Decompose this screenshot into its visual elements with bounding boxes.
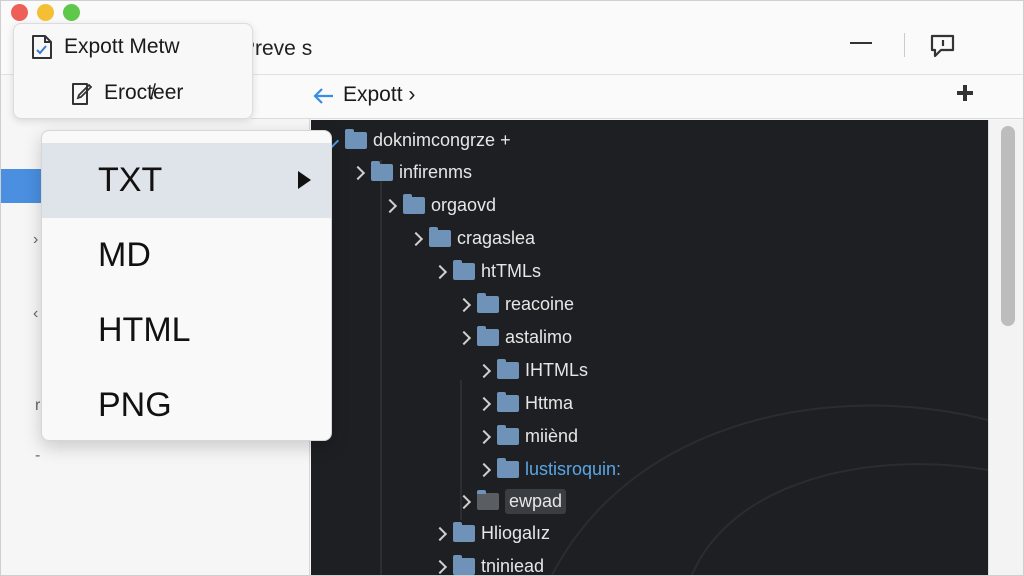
chevron-right-icon[interactable] bbox=[383, 199, 397, 213]
tree-row[interactable]: lustisroquin: bbox=[477, 458, 622, 480]
tree-row[interactable]: tniniead bbox=[433, 555, 545, 576]
tree-row-label: ewpad bbox=[505, 489, 567, 514]
format-option-label: MD bbox=[98, 236, 151, 274]
tree-row[interactable]: miiènd bbox=[477, 425, 579, 447]
document-check-icon bbox=[32, 35, 52, 59]
format-option-png[interactable]: PNG bbox=[42, 368, 331, 440]
tree-row[interactable]: ewpad bbox=[457, 489, 567, 514]
tree-row-label: Hliogalız bbox=[481, 523, 551, 543]
tree-row-label: orgaovd bbox=[431, 195, 497, 215]
tree-row-label: cragaslea bbox=[457, 228, 536, 248]
sidebar-dot-icon: ‹ bbox=[33, 305, 39, 322]
folder-icon bbox=[371, 161, 393, 181]
sidebar-mark-icon: r bbox=[35, 397, 41, 414]
folder-icon bbox=[497, 425, 519, 445]
minimize-icon[interactable] bbox=[850, 42, 872, 44]
tree-row[interactable]: htTMLs bbox=[433, 260, 542, 282]
tree-row[interactable]: Hliogalız bbox=[433, 522, 551, 544]
tree-guide-lines bbox=[380, 160, 988, 575]
sidebar-dash-icon: - bbox=[35, 447, 41, 464]
tree-row[interactable]: astalimo bbox=[457, 326, 573, 348]
chevron-right-icon[interactable] bbox=[477, 430, 491, 444]
folder-icon bbox=[403, 194, 425, 214]
tree-row-label: reacoine bbox=[505, 294, 575, 314]
folder-icon bbox=[497, 359, 519, 379]
maximize-window-button[interactable] bbox=[63, 4, 80, 21]
tree-row-label: doknimcongrze + bbox=[373, 130, 511, 150]
chevron-right-icon[interactable] bbox=[457, 298, 471, 312]
scrollbar[interactable] bbox=[988, 120, 1023, 575]
breadcrumb[interactable]: Expott › bbox=[343, 83, 415, 107]
close-window-button[interactable] bbox=[11, 4, 28, 21]
tree-row-label: astalimo bbox=[505, 327, 573, 347]
folder-icon bbox=[497, 458, 519, 478]
tree-row[interactable]: infirenms bbox=[351, 161, 473, 183]
chevron-right-icon[interactable] bbox=[477, 364, 491, 378]
tree-row-label: tniniead bbox=[481, 556, 545, 576]
folder-icon bbox=[477, 326, 499, 346]
chevron-right-icon[interactable] bbox=[477, 397, 491, 411]
folder-icon bbox=[345, 129, 367, 149]
tree-row-label: Httma bbox=[525, 393, 574, 413]
chevron-right-icon[interactable] bbox=[409, 232, 423, 246]
export-menu: Expott Metw Eroct̸eer bbox=[13, 23, 253, 119]
chevron-right-icon[interactable] bbox=[433, 527, 447, 541]
chevron-right-icon[interactable] bbox=[351, 166, 365, 180]
back-arrow-icon[interactable] bbox=[311, 85, 335, 107]
chat-bubble-icon[interactable] bbox=[929, 33, 957, 59]
format-option-md[interactable]: MD bbox=[42, 218, 331, 293]
folder-icon bbox=[477, 490, 499, 510]
tree-row[interactable]: Httma bbox=[477, 392, 574, 414]
format-option-label: HTML bbox=[98, 311, 191, 349]
tree-row-label: IHTMLs bbox=[525, 360, 588, 380]
app-window: Preve s Expott Metw Eroct̸eer Expott › ›… bbox=[0, 0, 1024, 576]
submenu-arrow-icon bbox=[298, 171, 311, 189]
breadcrumb-bar: Expott › bbox=[251, 75, 1023, 119]
chevron-right-icon[interactable] bbox=[433, 560, 447, 574]
chevron-right-icon[interactable] bbox=[457, 331, 471, 345]
toolbar-divider bbox=[904, 33, 905, 57]
format-option-txt[interactable]: TXT bbox=[42, 143, 331, 218]
tree-row[interactable]: IHTMLs bbox=[477, 359, 588, 381]
format-dropdown: TXT MD HTML PNG bbox=[41, 130, 332, 441]
tree-row[interactable]: orgaovd bbox=[383, 194, 497, 216]
export-method-item[interactable]: Expott Metw bbox=[30, 34, 180, 60]
sidebar-selected-item[interactable] bbox=[1, 169, 41, 203]
sidebar-chevron-icon[interactable]: › bbox=[33, 231, 38, 249]
tree-row[interactable]: reacoine bbox=[457, 293, 575, 315]
chevron-right-icon[interactable] bbox=[477, 463, 491, 477]
exporter-item[interactable]: Eroct̸eer bbox=[70, 80, 183, 106]
tree-row-label: infirenms bbox=[399, 162, 473, 182]
format-option-html[interactable]: HTML bbox=[42, 293, 331, 368]
tree-row-label: miiènd bbox=[525, 426, 579, 446]
chevron-right-icon[interactable] bbox=[433, 265, 447, 279]
tree-row[interactable]: cragaslea bbox=[409, 227, 536, 249]
folder-icon bbox=[453, 260, 475, 280]
format-option-label: TXT bbox=[98, 161, 163, 199]
folder-icon bbox=[497, 392, 519, 412]
exporter-label: Eroct̸eer bbox=[104, 81, 184, 104]
format-option-label: PNG bbox=[98, 386, 172, 424]
export-method-label: Expott Metw bbox=[64, 35, 180, 58]
scrollbar-thumb[interactable] bbox=[1001, 126, 1015, 326]
minimize-window-button[interactable] bbox=[37, 4, 54, 21]
folder-icon bbox=[477, 293, 499, 313]
tree-row-label: lustisroquin: bbox=[525, 459, 622, 479]
add-icon[interactable] bbox=[955, 83, 975, 103]
file-tree: doknimcongrze + infirenms orgaovd cragaslea… bbox=[311, 120, 988, 576]
window-controls bbox=[11, 4, 80, 21]
folder-icon bbox=[429, 227, 451, 247]
tree-row-label: htTMLs bbox=[481, 261, 542, 281]
tree-row[interactable]: doknimcongrze + bbox=[325, 129, 511, 151]
folder-icon bbox=[453, 522, 475, 542]
document-edit-icon bbox=[72, 83, 93, 105]
folder-icon bbox=[453, 555, 475, 575]
chevron-right-icon[interactable] bbox=[457, 495, 471, 509]
